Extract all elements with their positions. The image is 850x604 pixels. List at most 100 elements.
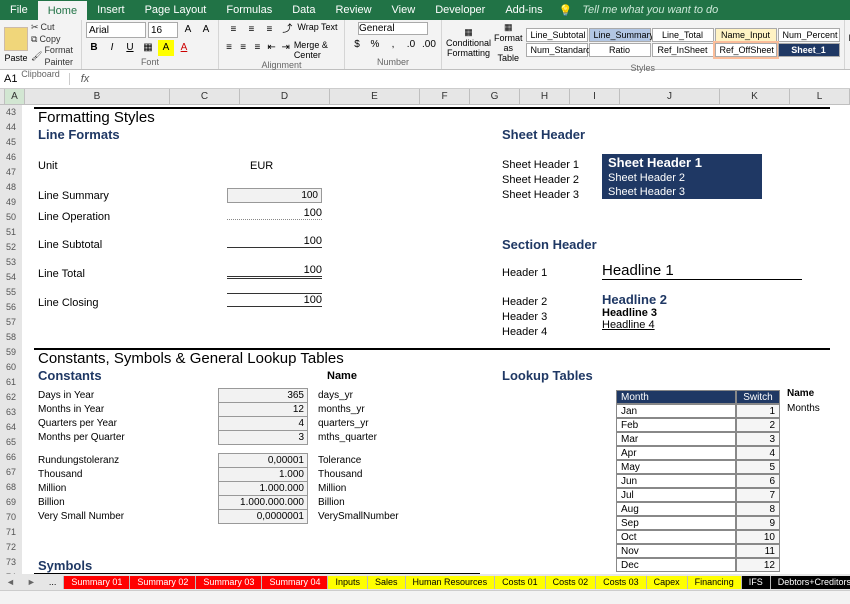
- style-item[interactable]: Line_Total: [652, 28, 714, 42]
- row-header[interactable]: 71: [0, 525, 22, 540]
- row-header[interactable]: 51: [0, 225, 22, 240]
- row-header[interactable]: 50: [0, 210, 22, 225]
- row-header[interactable]: 68: [0, 480, 22, 495]
- dec-decimal-button[interactable]: .00: [421, 37, 437, 53]
- row-header[interactable]: 49: [0, 195, 22, 210]
- tell-me-search[interactable]: Tell me what you want to do: [582, 4, 718, 16]
- row-header[interactable]: 58: [0, 330, 22, 345]
- tab-review[interactable]: Review: [325, 0, 381, 20]
- style-item[interactable]: Name_Input: [715, 28, 777, 42]
- row-header[interactable]: 64: [0, 420, 22, 435]
- sheet-tab[interactable]: Debtors+Creditors: [771, 576, 850, 589]
- sheet-tab[interactable]: Summary 02: [130, 576, 196, 589]
- column-header[interactable]: F: [420, 89, 470, 104]
- style-item[interactable]: Sheet_1: [778, 43, 840, 57]
- row-header[interactable]: 67: [0, 465, 22, 480]
- italic-button[interactable]: I: [104, 40, 120, 56]
- tab-addins[interactable]: Add-ins: [495, 0, 552, 20]
- sheet-tab[interactable]: Summary 03: [196, 576, 262, 589]
- decrease-font-button[interactable]: A: [198, 22, 214, 38]
- style-item[interactable]: Line_Subtotal: [526, 28, 588, 42]
- sheet-tab[interactable]: Inputs: [328, 576, 368, 589]
- tab-formulas[interactable]: Formulas: [216, 0, 282, 20]
- column-header[interactable]: L: [790, 89, 850, 104]
- borders-button[interactable]: ▦: [140, 40, 156, 56]
- currency-button[interactable]: $: [349, 37, 365, 53]
- sheet-tab[interactable]: Summary 01: [64, 576, 130, 589]
- sheet-tab[interactable]: Capex: [647, 576, 688, 589]
- cut-button[interactable]: ✂Cut: [31, 22, 77, 34]
- sheet-tab[interactable]: Costs 01: [495, 576, 546, 589]
- number-format-select[interactable]: [358, 22, 428, 35]
- inc-decimal-button[interactable]: .0: [403, 37, 419, 53]
- row-header[interactable]: 65: [0, 435, 22, 450]
- increase-font-button[interactable]: A: [180, 22, 196, 38]
- tab-nav-prev[interactable]: ◄: [0, 577, 21, 587]
- sheet-tab[interactable]: Financing: [688, 576, 742, 589]
- orientation-button[interactable]: ⤴: [279, 22, 295, 38]
- column-header[interactable]: I: [570, 89, 620, 104]
- row-header[interactable]: 44: [0, 120, 22, 135]
- row-header[interactable]: 43: [0, 105, 22, 120]
- row-header[interactable]: 46: [0, 150, 22, 165]
- row-header[interactable]: 45: [0, 135, 22, 150]
- row-header[interactable]: 61: [0, 375, 22, 390]
- tab-insert[interactable]: Insert: [87, 0, 135, 20]
- row-header[interactable]: 62: [0, 390, 22, 405]
- row-header[interactable]: 59: [0, 345, 22, 360]
- fill-color-button[interactable]: A: [158, 40, 174, 56]
- row-header[interactable]: 48: [0, 180, 22, 195]
- sheet-tab[interactable]: Costs 02: [546, 576, 597, 589]
- conditional-formatting-button[interactable]: ▦Conditional Formatting: [446, 27, 491, 58]
- style-item[interactable]: Num_Standard: [526, 43, 588, 57]
- row-header[interactable]: 52: [0, 240, 22, 255]
- font-size-select[interactable]: [148, 22, 178, 38]
- sheet-tab[interactable]: Costs 03: [596, 576, 647, 589]
- worksheet-grid[interactable]: Formatting Styles Line Formats Sheet Hea…: [22, 105, 850, 575]
- cell-styles-gallery[interactable]: Line_Subtotal Line_Summary Line_Total Na…: [526, 28, 840, 57]
- align-center-button[interactable]: ≡: [237, 40, 249, 56]
- merge-center-button[interactable]: Merge & Center: [294, 40, 340, 60]
- indent-inc-button[interactable]: ⇥: [280, 40, 292, 56]
- column-header[interactable]: J: [620, 89, 720, 104]
- sheet-tab[interactable]: IFS: [742, 576, 771, 589]
- row-header[interactable]: 55: [0, 285, 22, 300]
- tab-data[interactable]: Data: [282, 0, 325, 20]
- style-item[interactable]: Num_Percent: [778, 28, 840, 42]
- row-header[interactable]: 63: [0, 405, 22, 420]
- column-header[interactable]: H: [520, 89, 570, 104]
- tab-nav-next[interactable]: ►: [21, 577, 42, 587]
- tab-view[interactable]: View: [382, 0, 426, 20]
- name-box[interactable]: A1: [0, 73, 70, 85]
- style-item[interactable]: Ref_OffSheet: [715, 43, 777, 57]
- comma-button[interactable]: ,: [385, 37, 401, 53]
- wrap-text-button[interactable]: Wrap Text: [297, 22, 337, 38]
- style-item[interactable]: Ref_InSheet: [652, 43, 714, 57]
- column-header[interactable]: D: [240, 89, 330, 104]
- tab-pagelayout[interactable]: Page Layout: [135, 0, 217, 20]
- column-header[interactable]: C: [170, 89, 240, 104]
- tab-file[interactable]: File: [0, 0, 38, 20]
- sheet-tab[interactable]: ...: [42, 576, 65, 589]
- font-name-select[interactable]: [86, 22, 146, 38]
- percent-button[interactable]: %: [367, 37, 383, 53]
- indent-dec-button[interactable]: ⇤: [265, 40, 277, 56]
- row-header[interactable]: 56: [0, 300, 22, 315]
- style-item[interactable]: Line_Summary: [589, 28, 651, 42]
- sheet-tab[interactable]: Human Resources: [406, 576, 496, 589]
- sheet-tab[interactable]: Sales: [368, 576, 406, 589]
- column-header[interactable]: A: [5, 89, 25, 104]
- tab-home[interactable]: Home: [38, 0, 87, 20]
- row-header[interactable]: 73: [0, 555, 22, 570]
- align-top-button[interactable]: ≡: [225, 22, 241, 38]
- row-header[interactable]: 53: [0, 255, 22, 270]
- sheet-tab[interactable]: Summary 04: [262, 576, 328, 589]
- paste-button[interactable]: Paste: [4, 27, 28, 63]
- copy-button[interactable]: ⧉Copy: [31, 34, 77, 46]
- row-header[interactable]: 57: [0, 315, 22, 330]
- tab-developer[interactable]: Developer: [425, 0, 495, 20]
- underline-button[interactable]: U: [122, 40, 138, 56]
- fx-icon[interactable]: fx: [70, 73, 100, 85]
- bold-button[interactable]: B: [86, 40, 102, 56]
- row-header[interactable]: 69: [0, 495, 22, 510]
